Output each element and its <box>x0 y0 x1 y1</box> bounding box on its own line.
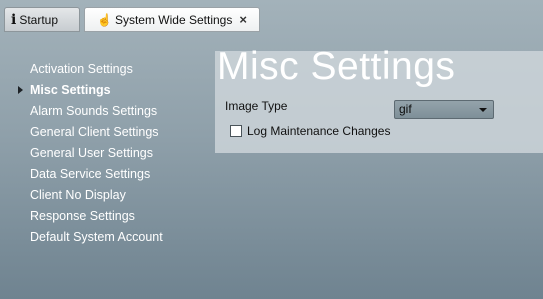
image-type-label: Image Type <box>225 99 288 113</box>
log-maintenance-label[interactable]: Log Maintenance Changes <box>247 124 390 138</box>
page-title: Misc Settings <box>217 45 456 88</box>
sidebar-nav: Activation Settings Misc Settings Alarm … <box>18 59 218 248</box>
tab-system-wide-settings[interactable]: ☝ System Wide Settings × <box>84 7 260 32</box>
sidebar-item-label: Alarm Sounds Settings <box>30 104 158 118</box>
sidebar-item-label: Default System Account <box>30 230 163 244</box>
tab-startup-label: Startup <box>19 12 59 27</box>
sidebar-item-general-client-settings[interactable]: General Client Settings <box>18 122 218 143</box>
hand-icon: ☝ <box>97 12 112 27</box>
tab-bar: i Startup ☝ System Wide Settings × <box>0 0 543 34</box>
sidebar-item-data-service-settings[interactable]: Data Service Settings <box>18 164 218 185</box>
tab-system-wide-settings-label: System Wide Settings <box>114 12 233 27</box>
sidebar-item-activation-settings[interactable]: Activation Settings <box>18 59 218 80</box>
sidebar-item-general-user-settings[interactable]: General User Settings <box>18 143 218 164</box>
sidebar-item-response-settings[interactable]: Response Settings <box>18 206 218 227</box>
sidebar-item-label: Data Service Settings <box>30 167 151 181</box>
log-maintenance-checkbox[interactable] <box>230 125 242 137</box>
sidebar-item-label: Misc Settings <box>30 83 111 97</box>
tab-startup[interactable]: i Startup <box>4 7 80 32</box>
sidebar-item-label: Activation Settings <box>30 62 133 76</box>
selected-arrow-icon <box>18 86 23 94</box>
close-icon[interactable]: × <box>239 12 247 27</box>
sidebar-item-label: Client No Display <box>30 188 126 202</box>
sidebar-item-label: General User Settings <box>30 146 153 160</box>
sidebar-item-label: Response Settings <box>30 209 135 223</box>
sidebar-item-alarm-sounds-settings[interactable]: Alarm Sounds Settings <box>18 101 218 122</box>
chevron-down-icon <box>479 108 487 112</box>
info-icon: i <box>11 11 17 28</box>
sidebar-item-default-system-account[interactable]: Default System Account <box>18 227 218 248</box>
sidebar-item-label: General Client Settings <box>30 125 159 139</box>
sidebar-item-client-no-display[interactable]: Client No Display <box>18 185 218 206</box>
image-type-select[interactable]: gif <box>394 100 494 119</box>
sidebar-item-misc-settings[interactable]: Misc Settings <box>18 80 218 101</box>
image-type-value: gif <box>399 102 412 116</box>
